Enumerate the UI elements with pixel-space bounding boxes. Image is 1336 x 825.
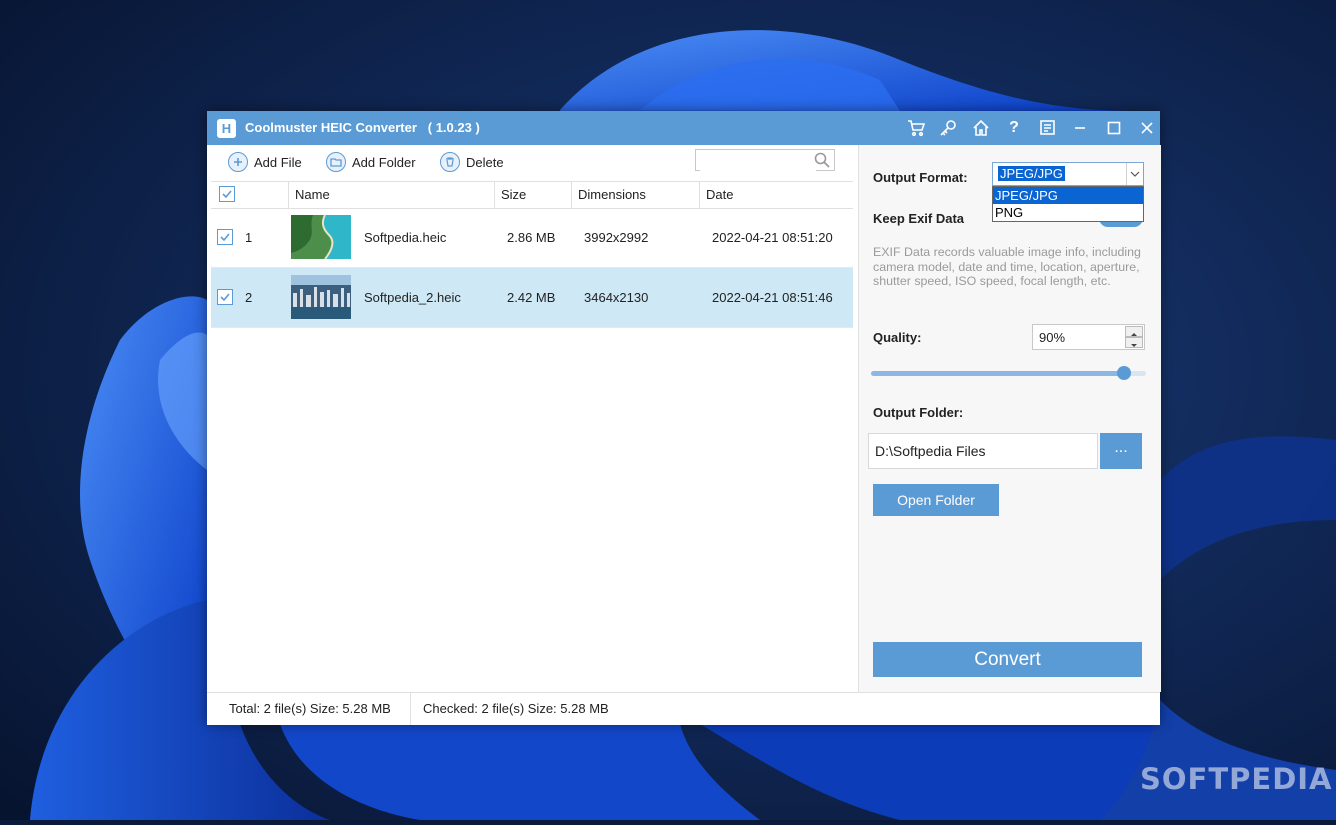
quality-slider-thumb[interactable]	[1117, 366, 1131, 380]
status-bar: Total: 2 file(s) Size: 5.28 MB Checked: …	[207, 692, 1160, 725]
image-thumbnail	[291, 215, 351, 259]
quality-label: Quality:	[873, 330, 922, 345]
home-icon[interactable]	[969, 116, 993, 140]
search-box[interactable]	[695, 149, 835, 171]
add-file-label: Add File	[254, 154, 302, 170]
file-dimensions: 3464x2130	[584, 290, 649, 305]
add-folder-button[interactable]: Add Folder	[326, 150, 416, 174]
status-divider	[410, 693, 411, 725]
column-size[interactable]: Size	[494, 182, 571, 208]
file-date: 2022-04-21 08:51:20	[712, 230, 833, 245]
help-icon[interactable]: ?	[1002, 116, 1026, 140]
add-folder-icon	[326, 152, 346, 172]
checked-status: Checked: 2 file(s) Size: 5.28 MB	[423, 701, 609, 716]
output-folder-label: Output Folder:	[873, 405, 964, 420]
file-name: Softpedia_2.heic	[364, 290, 461, 305]
minimize-icon[interactable]	[1068, 116, 1092, 140]
convert-button[interactable]: Convert	[873, 642, 1142, 677]
column-date[interactable]: Date	[699, 182, 853, 208]
output-folder-field[interactable]: D:\Softpedia Files	[868, 433, 1098, 469]
row-checkbox[interactable]	[217, 289, 233, 305]
maximize-icon[interactable]	[1102, 116, 1126, 140]
select-all-checkbox[interactable]	[219, 186, 235, 202]
browse-folder-button[interactable]: ...	[1100, 433, 1142, 469]
delete-button[interactable]: Delete	[440, 150, 504, 174]
file-name: Softpedia.heic	[364, 230, 447, 245]
softpedia-watermark: SOFTPEDIA	[1140, 762, 1333, 796]
delete-label: Delete	[466, 154, 504, 170]
format-option-png[interactable]: PNG	[993, 204, 1143, 221]
row-index: 1	[245, 230, 253, 245]
table-row[interactable]: 2 Softpedia_2.heic 2.42 MB 3464x2130 202…	[211, 268, 853, 328]
add-file-icon	[228, 152, 248, 172]
file-dimensions: 3992x2992	[584, 230, 649, 245]
close-icon[interactable]	[1135, 116, 1159, 140]
row-checkbox[interactable]	[217, 229, 233, 245]
keep-exif-label: Keep Exif Data	[873, 211, 965, 226]
open-folder-button[interactable]: Open Folder	[873, 484, 999, 516]
image-thumbnail	[291, 275, 351, 319]
file-size: 2.86 MB	[507, 230, 556, 245]
search-input[interactable]	[700, 151, 816, 171]
output-format-label: Output Format:	[873, 170, 968, 185]
app-logo-icon	[217, 119, 236, 138]
output-format-select[interactable]: JPEG/JPG	[992, 162, 1144, 186]
format-option-jpeg[interactable]: JPEG/JPG	[993, 187, 1143, 204]
window-title: Coolmuster HEIC Converter ( 1.0.23 )	[245, 120, 480, 135]
file-date: 2022-04-21 08:51:46	[712, 290, 833, 305]
key-icon[interactable]	[936, 116, 960, 140]
row-index: 2	[245, 290, 253, 305]
column-name[interactable]: Name	[288, 182, 494, 208]
cart-icon[interactable]	[904, 116, 928, 140]
output-folder-path: D:\Softpedia Files	[875, 443, 986, 459]
quality-slider[interactable]	[871, 366, 1146, 380]
settings-panel: Output Format: JPEG/JPG JPEG/JPG PNG Kee…	[858, 145, 1161, 692]
chevron-down-icon[interactable]	[1126, 163, 1143, 185]
exif-description: EXIF Data records valuable image info, i…	[873, 245, 1141, 289]
table-header: Name Size Dimensions Date	[211, 181, 853, 209]
output-format-dropdown: JPEG/JPG PNG	[992, 186, 1144, 222]
total-status: Total: 2 file(s) Size: 5.28 MB	[229, 701, 391, 716]
quality-slider-fill	[871, 371, 1124, 376]
feedback-icon[interactable]	[1036, 116, 1060, 140]
file-size: 2.42 MB	[507, 290, 556, 305]
quality-spinbox[interactable]: 90%	[1032, 324, 1145, 350]
search-icon[interactable]	[813, 151, 831, 169]
title-bar[interactable]: Coolmuster HEIC Converter ( 1.0.23 ) ?	[207, 111, 1160, 145]
column-dimensions[interactable]: Dimensions	[571, 182, 699, 208]
add-file-button[interactable]: Add File	[228, 150, 302, 174]
quality-up-button[interactable]	[1125, 326, 1143, 337]
table-row[interactable]: 1 Softpedia.heic 2.86 MB 3992x2992 2022-…	[211, 208, 853, 268]
app-window: Coolmuster HEIC Converter ( 1.0.23 ) ?	[207, 111, 1161, 725]
trash-icon	[440, 152, 460, 172]
quality-down-button[interactable]	[1125, 337, 1143, 348]
quality-value: 90%	[1039, 330, 1066, 345]
output-format-value: JPEG/JPG	[998, 166, 1065, 181]
add-folder-label: Add Folder	[352, 154, 416, 170]
